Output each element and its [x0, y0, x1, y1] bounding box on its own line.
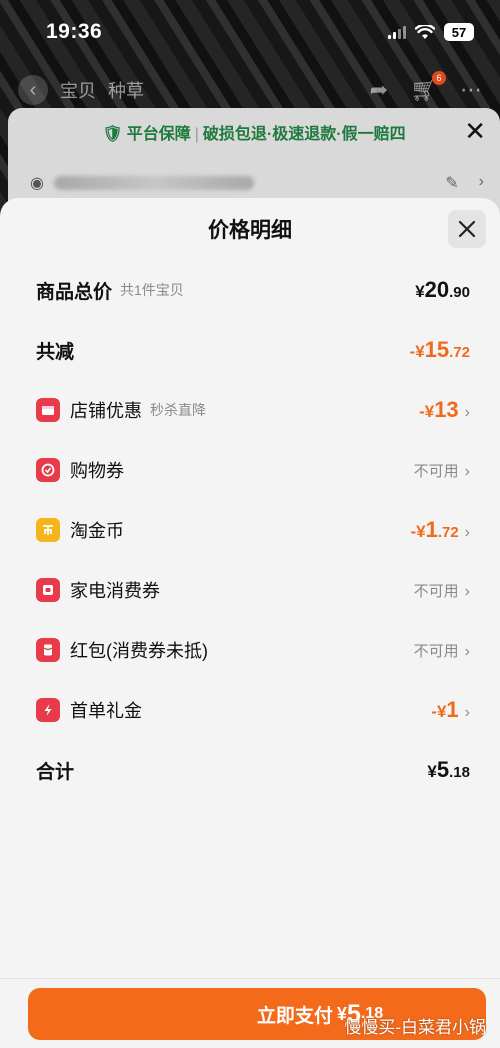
appliance-coupon-value: 不可用 › — [414, 580, 470, 601]
sum-yen: ¥ — [427, 762, 437, 781]
nav-actions: ➦ 🛒︎ 6 ⋯ — [370, 71, 482, 103]
discount-total-label: 共减 — [36, 341, 75, 363]
price-detail-sheet: 价格明细 商品总价 共1件宝贝 ¥ 20 .90 共减 -¥ 15 .72 店铺… — [0, 198, 500, 1048]
tab-recommend[interactable]: 种草 — [108, 77, 144, 103]
sheet-title: 价格明细 — [208, 219, 292, 242]
red-packet-label: 红包(消费券未抵) — [70, 641, 208, 661]
shopping-coupon-status: 不可用 — [413, 462, 459, 480]
gold-coin-row[interactable]: 淘金币 -¥ 1 .72 › — [36, 510, 470, 550]
back-button[interactable]: ‹ — [18, 75, 48, 105]
shopping-coupon-row[interactable]: 购物券 不可用 › — [36, 450, 470, 490]
chevron-right-icon: › — [464, 524, 470, 541]
discount-total-row: 共减 -¥ 15 .72 — [36, 330, 470, 370]
chevron-left-icon: ‹ — [29, 78, 37, 101]
guarantee-divider: | — [194, 126, 199, 143]
platform-guarantee-banner: 🛡︎ 平台保障 | 破损包退·极速退款·假一赔四 — [8, 120, 500, 144]
nav-tabs: 宝贝 种草 — [60, 77, 144, 103]
status-bar: 19:36 57 — [0, 0, 500, 64]
discount-total-yen: -¥ — [409, 342, 425, 361]
chevron-right-icon: › — [464, 404, 470, 421]
total-item-count: 共1件宝贝 — [120, 282, 184, 298]
shopping-coupon-label: 购物券 — [70, 461, 124, 481]
order-sheet-close-button[interactable]: ✕ — [464, 116, 486, 147]
total-price-label: 商品总价 — [36, 281, 113, 303]
gold-coin-int: 1 — [425, 517, 438, 542]
store-discount-sub: 秒杀直降 — [150, 402, 206, 418]
store-discount-yen: -¥ — [419, 402, 435, 421]
gold-coin-yen: -¥ — [410, 522, 426, 541]
total-price-value: ¥ 20 .90 — [415, 277, 470, 303]
store-discount-int: 13 — [434, 397, 459, 422]
close-icon — [458, 220, 476, 238]
gold-coin-value: -¥ 1 .72 › — [410, 517, 470, 543]
chevron-right-icon: › — [464, 642, 470, 660]
sum-int: 5 — [436, 757, 450, 782]
red-packet-row[interactable]: 红包(消费券未抵) 不可用 › — [36, 630, 470, 670]
gold-coin-label: 淘金币 — [70, 521, 124, 541]
location-pin-icon: ◉ — [30, 175, 44, 192]
appliance-coupon-status: 不可用 — [413, 582, 459, 600]
product-top-nav: ‹ 宝贝 种草 ➦ 🛒︎ 6 ⋯ — [0, 70, 500, 110]
guarantee-brand: 平台保障 — [126, 126, 191, 143]
sum-row: 合计 ¥ 5 .18 — [36, 750, 470, 790]
gold-coin-icon — [36, 518, 60, 542]
watermark-text: 慢慢买-白菜君小锅 — [344, 1018, 486, 1037]
discount-total-int: 15 — [424, 337, 450, 362]
tab-product[interactable]: 宝贝 — [60, 77, 96, 103]
chevron-right-icon: › — [464, 462, 470, 480]
discount-total-value: -¥ 15 .72 — [410, 337, 470, 363]
red-packet-icon — [36, 638, 60, 662]
address-row[interactable]: ◉ ✎ › — [30, 170, 484, 196]
appliance-coupon-icon — [36, 578, 60, 602]
store-discount-row[interactable]: 店铺优惠 秒杀直降 -¥ 13 › — [36, 390, 470, 430]
shield-check-icon: 🛡︎ — [102, 126, 123, 143]
address-tools: ✎ › — [445, 173, 484, 193]
appliance-coupon-row[interactable]: 家电消费券 不可用 › — [36, 570, 470, 610]
sum-value: ¥ 5 .18 — [427, 757, 470, 783]
address-text-blurred — [53, 176, 254, 190]
cart-badge: 6 — [432, 71, 446, 85]
first-order-gift-yen: -¥ — [431, 702, 447, 721]
share-icon[interactable]: ➦ — [370, 77, 388, 103]
red-packet-status: 不可用 — [413, 642, 459, 660]
status-icons: 57 — [388, 23, 474, 41]
first-order-gift-value: -¥ 1 › — [431, 697, 470, 723]
sum-label: 合计 — [36, 761, 75, 783]
shopping-coupon-value: 不可用 › — [414, 460, 470, 481]
pay-now-label: 立即支付 — [256, 1005, 333, 1027]
bottom-divider — [0, 978, 500, 979]
store-discount-value: -¥ 13 › — [419, 397, 470, 423]
store-discount-label: 店铺优惠 — [70, 401, 142, 421]
first-order-gift-icon — [36, 698, 60, 722]
battery-indicator: 57 — [444, 23, 474, 41]
chevron-right-icon: › — [464, 704, 470, 721]
red-packet-value: 不可用 › — [414, 640, 470, 661]
chevron-right-icon[interactable]: › — [479, 173, 484, 193]
total-price-row: 商品总价 共1件宝贝 ¥ 20 .90 — [36, 270, 470, 310]
store-coupon-icon — [36, 398, 60, 422]
first-order-gift-int: 1 — [446, 697, 459, 722]
wifi-icon — [415, 24, 435, 39]
edit-pencil-icon[interactable]: ✎ — [445, 173, 458, 193]
appliance-coupon-label: 家电消费券 — [70, 581, 160, 601]
total-price-int: 20 — [424, 277, 450, 302]
first-order-gift-label: 首单礼金 — [70, 701, 142, 721]
cart-button[interactable]: 🛒︎ 6 — [410, 71, 446, 103]
sheet-close-button[interactable] — [448, 210, 486, 248]
status-time: 19:36 — [46, 20, 103, 43]
chevron-right-icon: › — [464, 582, 470, 600]
discount-total-dec: .72 — [449, 344, 470, 361]
signal-icon — [388, 25, 406, 39]
shopping-coupon-icon — [36, 458, 60, 482]
more-icon[interactable]: ⋯ — [460, 77, 482, 103]
total-price-yen: ¥ — [415, 282, 425, 301]
first-order-gift-row[interactable]: 首单礼金 -¥ 1 › — [36, 690, 470, 730]
sum-dec: .18 — [449, 764, 470, 781]
guarantee-items: 破损包退·极速退款·假一赔四 — [202, 126, 406, 143]
total-price-dec: .90 — [449, 284, 470, 301]
gold-coin-dec: .72 — [437, 524, 459, 541]
